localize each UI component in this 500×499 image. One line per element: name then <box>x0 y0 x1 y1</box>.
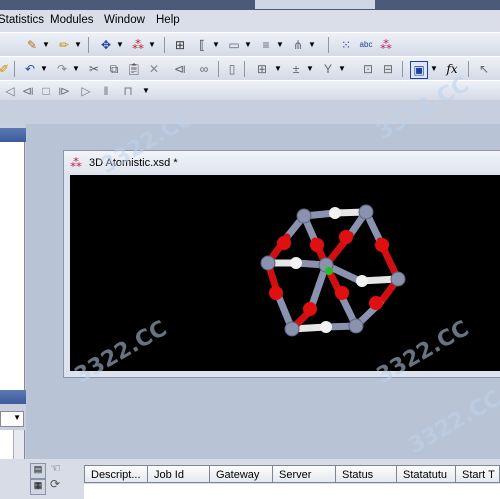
stop-icon[interactable]: □ <box>38 83 54 99</box>
chevron-down-icon[interactable]: ▼ <box>212 38 220 52</box>
hand-icon[interactable]: ☜ <box>50 461 61 475</box>
jobs-list[interactable] <box>84 484 500 499</box>
chevron-down-icon[interactable]: ▼ <box>274 62 282 76</box>
delete-icon[interactable]: ✕ <box>146 61 162 77</box>
charge-icon[interactable]: ± <box>288 61 304 77</box>
3d-viewport[interactable] <box>70 175 500 371</box>
chevron-down-icon[interactable]: ▼ <box>72 62 80 76</box>
pointer-icon[interactable]: ↖ <box>476 61 492 77</box>
menu-modules[interactable]: Modules <box>50 14 93 26</box>
menu-bar: Statistics Modules Window Help <box>0 10 500 32</box>
display-style-icon[interactable]: ▣ <box>410 61 428 79</box>
lock-icon[interactable]: ⊡ <box>360 61 376 77</box>
chevron-down-icon[interactable]: ▼ <box>306 62 314 76</box>
toolbar-separator <box>164 37 165 53</box>
chevron-down-icon[interactable]: ▼ <box>142 84 150 98</box>
panel-header <box>0 128 26 142</box>
play-icon[interactable]: ▷ <box>78 83 94 99</box>
toolbar-separator <box>244 61 245 77</box>
menu-help[interactable]: Help <box>156 14 180 26</box>
toolbar-row-2: ✐ ↶ ▼ ↷ ▼ ✂ ⧉ 📋︎ ✕ ⧏ ∞ ▯ ⊞ ▼ ± ▼ Y ▼ ⊡ ⊟… <box>0 56 500 82</box>
structure-icon: ⁂ <box>70 156 82 170</box>
toolbar-separator <box>402 61 403 77</box>
chevron-down-icon[interactable]: ▼ <box>430 62 438 76</box>
redo-icon[interactable]: ↷ <box>54 61 70 77</box>
taskbar-tab[interactable] <box>255 0 375 9</box>
toolbar-separator <box>218 61 219 77</box>
copy-icon[interactable]: ⧉ <box>106 61 122 77</box>
job-tab-icon[interactable]: ▤ <box>30 463 46 479</box>
undo-icon[interactable]: ↶ <box>22 61 38 77</box>
mirror-icon[interactable]: ⧏ <box>172 61 188 77</box>
properties-dropdown[interactable]: ▼ <box>0 411 24 427</box>
column-header-description[interactable]: Descript... <box>84 465 148 483</box>
refresh-icon[interactable]: ⟳ <box>50 477 60 491</box>
molecule-icon[interactable]: ⁙ <box>338 37 354 53</box>
color-atoms-icon[interactable]: ⁂ <box>378 37 394 53</box>
chevron-down-icon: ▼ <box>13 413 21 422</box>
chevron-down-icon[interactable]: ▼ <box>74 38 82 52</box>
chevron-down-icon[interactable]: ▼ <box>308 38 316 52</box>
pencil-icon[interactable]: ✏ <box>56 37 72 53</box>
function-icon[interactable]: fx <box>444 61 460 77</box>
menu-window[interactable]: Window <box>104 14 145 26</box>
unlock-icon[interactable]: ⊟ <box>380 61 396 77</box>
column-header-gateway[interactable]: Gateway <box>209 465 273 483</box>
project-tree[interactable] <box>0 142 25 392</box>
select-icon[interactable]: ✥ <box>98 37 114 53</box>
toolbar-row-3: ◁ ⧏ □ ⧐ ▷ ‖ ⊓ ▼ <box>0 80 500 102</box>
chevron-down-icon[interactable]: ▼ <box>40 62 48 76</box>
menu-statistics[interactable]: Statistics <box>0 14 44 26</box>
toolbar-dock-area <box>0 100 500 124</box>
window-top-edge <box>0 0 500 10</box>
network-icon[interactable]: ⋔ <box>290 37 306 53</box>
brush-icon[interactable]: ✐ <box>0 61 12 77</box>
toolbar-separator <box>328 37 329 53</box>
toolbar-separator <box>88 37 89 53</box>
abc-icon[interactable]: abc <box>358 37 374 53</box>
rewind-icon[interactable]: ⧏ <box>20 83 36 99</box>
scrollbar[interactable] <box>13 430 24 460</box>
column-header-start-time[interactable]: Start T <box>455 465 500 483</box>
lines-icon[interactable]: ≡ <box>258 37 274 53</box>
step-back-icon[interactable]: ◁ <box>2 83 18 99</box>
toolbar-separator <box>14 61 15 77</box>
chevron-down-icon[interactable]: ▼ <box>148 38 156 52</box>
chevron-down-icon[interactable]: ▼ <box>276 38 284 52</box>
cut-icon[interactable]: ✂ <box>86 61 102 77</box>
toolbar-row-1: ✎ ▼ ✏ ▼ ✥ ▼ ⁂ ▼ ⊞ ⟦ ▼ ▭ ▼ ≡ ▼ ⋔ ▼ ⁙ abc … <box>0 32 500 58</box>
atom-select-icon[interactable]: ⁂ <box>130 37 146 53</box>
toolbar-separator <box>468 61 469 77</box>
document-title-bar[interactable]: ⁂ 3D Atomistic.xsd * <box>64 151 500 175</box>
job-tab-icon[interactable]: ▦ <box>30 479 46 495</box>
chevron-down-icon[interactable]: ▼ <box>116 38 124 52</box>
build-icon[interactable]: ⊞ <box>254 61 270 77</box>
molecule-structure[interactable] <box>70 175 500 371</box>
paste-icon[interactable]: 📋︎ <box>126 61 142 77</box>
document-window[interactable]: ⁂ 3D Atomistic.xsd * <box>63 150 500 378</box>
chevron-down-icon[interactable]: ▼ <box>244 38 252 52</box>
bracket-icon[interactable]: ⟦ <box>194 37 210 53</box>
column-header-statatutu[interactable]: Statatutu <box>396 465 456 483</box>
properties-header <box>0 390 26 404</box>
forward-icon[interactable]: ⧐ <box>56 83 72 99</box>
properties-grid[interactable] <box>0 430 25 460</box>
document-title: 3D Atomistic.xsd * <box>89 157 178 169</box>
document-icon[interactable]: ▯ <box>224 61 240 77</box>
column-header-job-id[interactable]: Job Id <box>147 465 210 483</box>
fork-icon[interactable]: Y <box>320 61 336 77</box>
chevron-down-icon[interactable]: ▼ <box>42 38 50 52</box>
draw-icon[interactable]: ✎ <box>24 37 40 53</box>
project-explorer-panel: ▼ <box>0 124 26 460</box>
chevron-down-icon[interactable]: ▼ <box>338 62 346 76</box>
pause-icon[interactable]: ‖ <box>98 83 114 99</box>
layer-icon[interactable]: ▭ <box>226 37 242 53</box>
column-header-status[interactable]: Status <box>335 465 397 483</box>
grid-icon[interactable]: ⊞ <box>172 37 188 53</box>
loop-icon[interactable]: ⊓ <box>120 83 136 99</box>
link-icon[interactable]: ∞ <box>196 61 212 77</box>
column-header-server[interactable]: Server <box>272 465 336 483</box>
jobs-panel: ▤ ▦ ☜ ⟳ Descript... Job Id Gateway Serve… <box>0 459 500 499</box>
